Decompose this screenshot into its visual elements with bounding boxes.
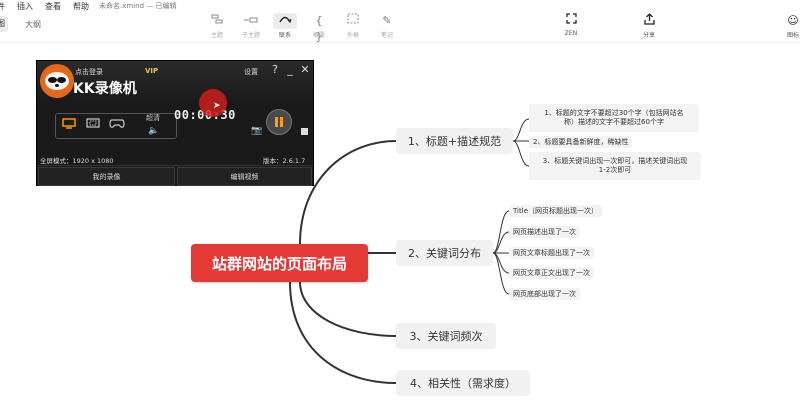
branch-topic-3[interactable]: 3、关键词频次	[396, 323, 496, 349]
mouse-cursor-icon: ➤	[213, 101, 221, 111]
volume-icon[interactable]: 🔈	[148, 126, 159, 136]
central-topic[interactable]: 站群网站的页面布局	[191, 244, 368, 282]
region-mode-icon[interactable]	[84, 118, 102, 134]
subtopic-2-5[interactable]: 网页底部出现了一次	[509, 288, 580, 300]
subtopic-1-3-line2: 1-2次即可	[598, 166, 632, 174]
subtopic-2-1-text: Title（网页标题出现一次）	[513, 206, 599, 215]
game-mode-icon[interactable]	[108, 118, 126, 134]
close-button[interactable]: ✕	[299, 63, 311, 76]
minimize-button[interactable]: _	[284, 63, 296, 76]
subtopic-2-2-text: 网页描述出现了一次	[513, 227, 576, 236]
edit-video-button[interactable]: 编辑视频	[177, 167, 312, 186]
connector-sub-2-1	[492, 210, 510, 254]
subtopic-2-4[interactable]: 网页文章正文出现了一次	[509, 267, 594, 279]
subtopic-2-4-text: 网页文章正文出现了一次	[513, 268, 590, 277]
subtopic-1-1-line2: 称）描述的文字不要超过60个字	[564, 118, 664, 126]
connector-branch-3	[299, 281, 397, 337]
subtopic-1-2[interactable]: 2、标题要具备新鲜度，稀缺性	[529, 136, 633, 148]
connector-sub-1-1	[512, 118, 530, 142]
connector-branch-1	[299, 140, 397, 245]
fullscreen-mode-icon[interactable]	[60, 118, 78, 134]
connector-branch-4	[289, 281, 397, 384]
app-name: KK录像机	[73, 81, 137, 97]
branch-topic-4[interactable]: 4、相关性（需求度）	[396, 370, 530, 396]
subtopic-2-1[interactable]: Title（网页标题出现一次）	[509, 205, 603, 217]
branch-topic-2[interactable]: 2、关键词分布	[396, 240, 493, 266]
subtopic-1-3[interactable]: 3、标题关键词出现一次即可，描述关键词出现 1-2次即可	[529, 152, 701, 180]
subtopic-1-3-line1: 3、标题关键词出现一次即可，描述关键词出现	[542, 157, 688, 165]
kk-recorder-window[interactable]: 点击登录 VIP KK录像机 设置 ? _ ✕ 超清 🔈 00:00:30 📷 …	[36, 60, 314, 186]
vip-badge[interactable]: VIP	[145, 67, 158, 75]
version-info: 版本：2.6.1.7	[263, 157, 306, 165]
subtopic-1-1[interactable]: 1、标题的文字不要超过30个字（包括网站名 称）描述的文字不要超过60个字	[529, 104, 699, 132]
branch-topic-1[interactable]: 1、标题+描述规范	[396, 128, 513, 154]
help-button[interactable]: ?	[269, 63, 281, 76]
login-link[interactable]: 点击登录	[75, 67, 103, 77]
subtopic-2-2[interactable]: 网页描述出现了一次	[509, 226, 580, 238]
my-recordings-button[interactable]: 我的录像	[38, 167, 175, 186]
subtopic-2-3-text: 网页文章标题出现了一次	[513, 248, 590, 257]
subtopic-2-3[interactable]: 网页文章标题出现了一次	[509, 247, 594, 259]
stop-button[interactable]	[301, 128, 308, 135]
connector-sub-1-3	[512, 140, 530, 167]
quality-selector[interactable]: 超清	[146, 113, 160, 123]
settings-button[interactable]: 设置	[244, 67, 258, 77]
recorder-bottom-bar: 我的录像 编辑视频	[37, 165, 313, 186]
pause-icon	[275, 117, 283, 127]
subtopic-1-1-line1: 1、标题的文字不要超过30个字（包括网站名	[544, 109, 684, 117]
resolution-info: 全屏模式：1920 x 1080	[40, 157, 114, 165]
raccoon-logo-icon	[40, 64, 74, 98]
pause-button[interactable]	[266, 109, 292, 135]
connector-sub-2-5	[492, 252, 510, 295]
subtopic-2-5-text: 网页底部出现了一次	[513, 289, 576, 298]
camera-icon[interactable]: 📷	[251, 126, 262, 136]
subtopic-1-2-text: 2、标题要具备新鲜度，稀缺性	[533, 137, 629, 146]
